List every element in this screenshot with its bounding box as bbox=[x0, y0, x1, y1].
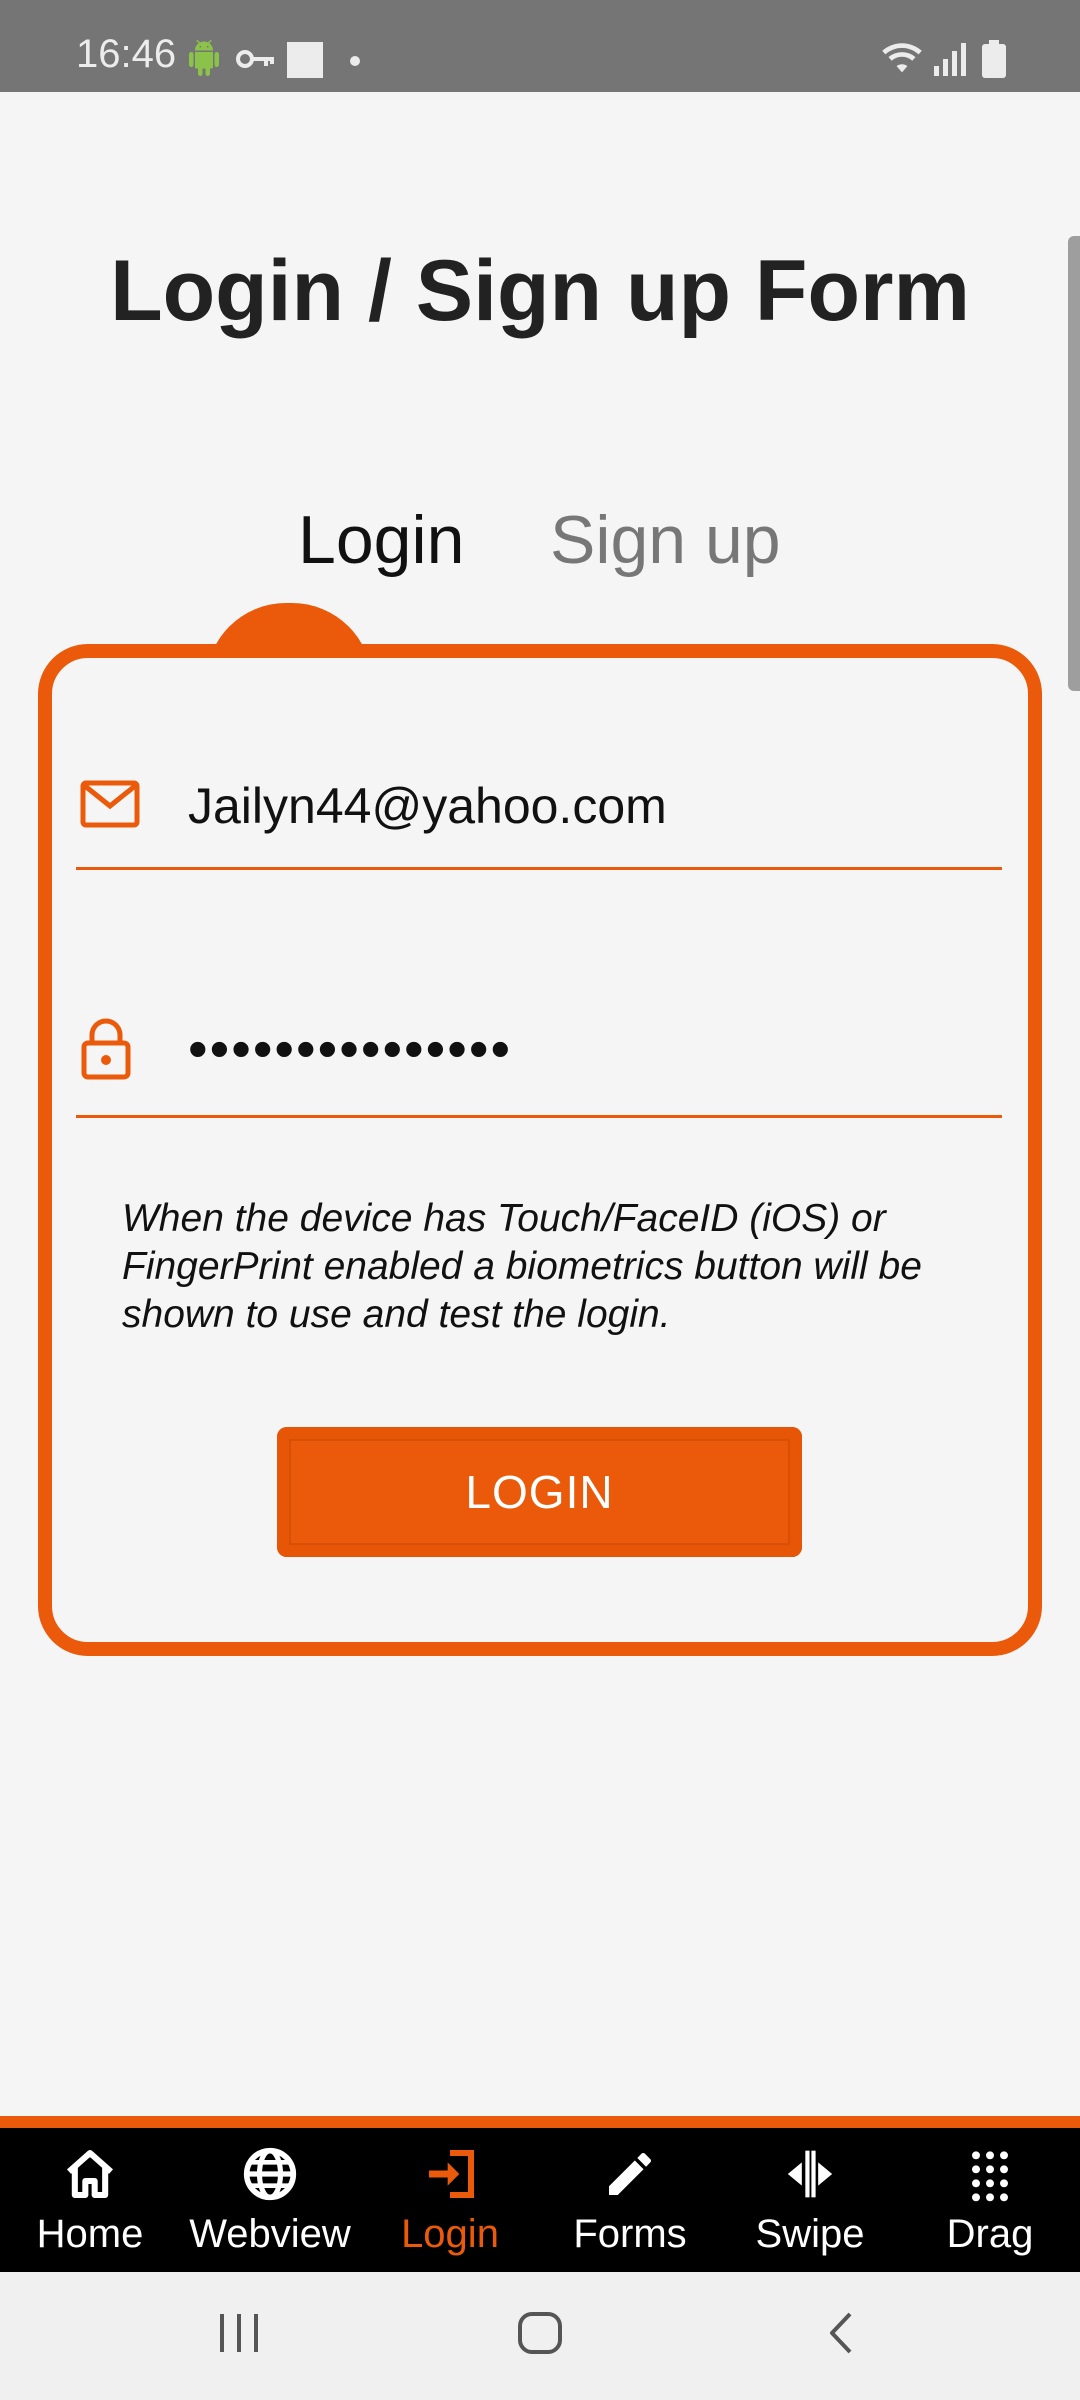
lock-icon bbox=[80, 1018, 132, 1085]
page-title: Login / Sign up Form bbox=[110, 243, 970, 339]
nav-item-swipe[interactable]: Swipe bbox=[720, 2128, 900, 2272]
login-button[interactable]: LOGIN bbox=[277, 1427, 802, 1557]
password-input[interactable] bbox=[188, 1008, 968, 1088]
nav-item-drag[interactable]: Drag bbox=[900, 2128, 1080, 2272]
nav-item-home[interactable]: Home bbox=[0, 2128, 180, 2272]
nav-label-login: Login bbox=[401, 2212, 499, 2256]
password-field bbox=[76, 1000, 1002, 1118]
more-notifications-icon bbox=[350, 56, 360, 66]
status-bar: 16:46 bbox=[0, 0, 1080, 92]
system-nav-bar bbox=[0, 2272, 1080, 2400]
nav-label-drag: Drag bbox=[946, 2212, 1034, 2256]
nav-label-home: Home bbox=[36, 2212, 144, 2256]
form-tabs: Login Sign up bbox=[0, 500, 1080, 590]
nav-item-login[interactable]: Login bbox=[360, 2128, 540, 2272]
nav-top-border bbox=[0, 2116, 1080, 2128]
signal-icon bbox=[934, 42, 968, 81]
email-field bbox=[76, 752, 1002, 870]
back-icon[interactable] bbox=[826, 2310, 856, 2361]
bottom-nav: Home Webview Login Forms Swipe Drag bbox=[0, 2128, 1080, 2272]
android-icon bbox=[186, 40, 222, 81]
nav-label-webview: Webview bbox=[189, 2212, 351, 2256]
recent-apps-icon[interactable] bbox=[218, 2310, 260, 2361]
tab-login[interactable]: Login bbox=[298, 500, 464, 582]
tab-sign-up[interactable]: Sign up bbox=[550, 500, 781, 582]
biometrics-help-text: When the device has Touch/FaceID (iOS) o… bbox=[122, 1197, 922, 1336]
battery-icon bbox=[982, 40, 1006, 83]
wifi-icon bbox=[880, 40, 924, 81]
notification-icon bbox=[287, 42, 323, 78]
email-input[interactable] bbox=[188, 766, 968, 846]
nav-item-webview[interactable]: Webview bbox=[180, 2128, 360, 2272]
nav-label-forms: Forms bbox=[573, 2212, 687, 2256]
vpn-key-icon bbox=[236, 46, 276, 77]
status-time: 16:46 bbox=[76, 32, 177, 76]
nav-label-swipe: Swipe bbox=[755, 2212, 865, 2256]
mail-icon bbox=[80, 780, 140, 833]
home-button-icon[interactable] bbox=[516, 2310, 564, 2361]
nav-item-forms[interactable]: Forms bbox=[540, 2128, 720, 2272]
